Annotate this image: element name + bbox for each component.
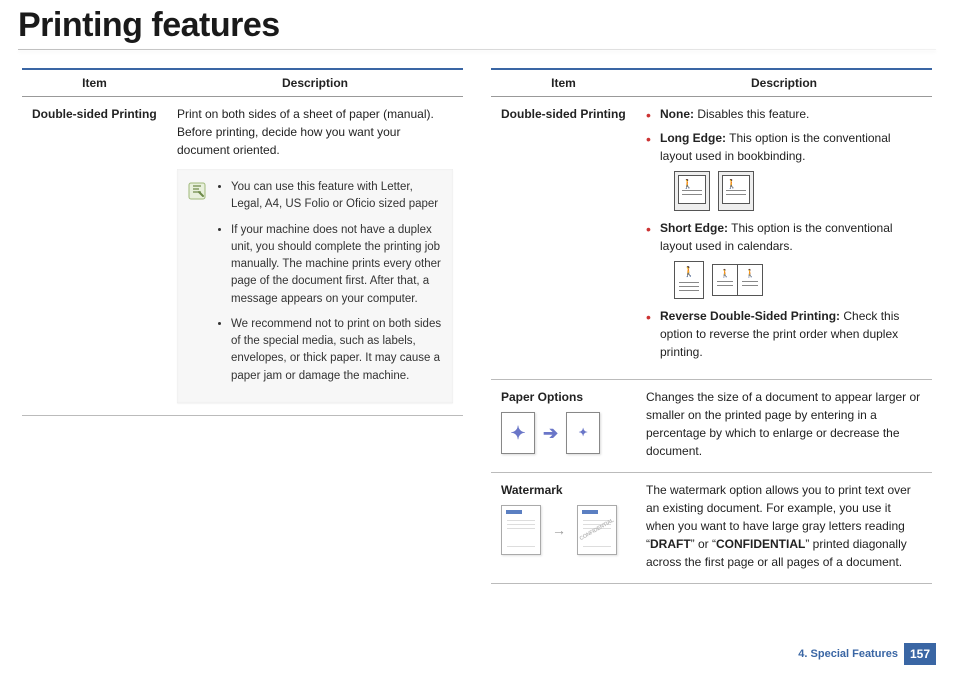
option-label: Reverse Double-Sided Printing:: [660, 309, 840, 323]
title-rule: [18, 49, 936, 50]
arrow-right-icon: →: [552, 520, 566, 541]
item-label: Paper Options: [501, 388, 626, 406]
watermark-illustration: → CONFIDENTIAL: [501, 505, 626, 555]
footer-section: 4. Special Features: [798, 648, 898, 660]
desc-text: Print on both sides of a sheet of paper …: [177, 105, 453, 159]
doc-watermarked-icon: CONFIDENTIAL: [577, 505, 617, 555]
note-list: You can use this feature with Letter, Le…: [231, 179, 443, 385]
book-thumb-icon: 🚶: [674, 171, 710, 211]
note-icon: [187, 181, 207, 201]
scale-large-icon: ✦: [501, 412, 535, 454]
table-row: Paper Options ✦ ➔ ✦ Changes the size of …: [491, 380, 932, 473]
item-cell: Paper Options ✦ ➔ ✦: [491, 380, 636, 473]
short-edge-illustration: 🚶 🚶: [674, 261, 922, 299]
left-table: Item Description Double-sided Printing P…: [22, 68, 463, 416]
desc-cell: Changes the size of a document to appear…: [636, 380, 932, 473]
page-footer: 4. Special Features 157: [798, 643, 936, 665]
option-none: None: Disables this feature.: [646, 105, 922, 123]
calendar-thumb-icon: 🚶: [674, 261, 704, 299]
option-label: Short Edge:: [660, 221, 728, 235]
item-cell: Watermark →: [491, 473, 636, 584]
scale-small-icon: ✦: [566, 412, 600, 454]
desc-cell: None: Disables this feature. Long Edge: …: [636, 97, 932, 380]
doc-plain-icon: [501, 505, 541, 555]
right-column: Item Description Double-sided Printing N…: [491, 68, 932, 584]
desc-cell: The watermark option allows you to print…: [636, 473, 932, 584]
wm-conf: CONFIDENTIAL: [716, 537, 805, 551]
item-cell: Double-sided Printing: [22, 97, 167, 416]
long-edge-illustration: 🚶 🚶: [674, 171, 922, 211]
option-reverse: Reverse Double-Sided Printing: Check thi…: [646, 307, 922, 361]
duplex-options: None: Disables this feature. Long Edge: …: [646, 105, 922, 361]
note-item: If your machine does not have a duplex u…: [231, 222, 443, 308]
page-title: Printing features: [0, 0, 954, 49]
item-label: Watermark: [501, 481, 626, 499]
table-row: Double-sided Printing None: Disables thi…: [491, 97, 932, 380]
book-thumb-icon: 🚶: [718, 171, 754, 211]
col-header-item: Item: [22, 69, 167, 97]
wm-draft: DRAFT: [650, 537, 691, 551]
option-label: None:: [660, 107, 694, 121]
calendar-thumb-icon: 🚶: [737, 264, 763, 296]
calendar-thumb-icon: 🚶: [712, 264, 738, 296]
option-long-edge: Long Edge: This option is the convention…: [646, 129, 922, 211]
table-row: Double-sided Printing Print on both side…: [22, 97, 463, 416]
note-item: You can use this feature with Letter, Le…: [231, 179, 443, 214]
col-header-desc: Description: [167, 69, 463, 97]
table-row: Watermark →: [491, 473, 932, 584]
note-item: We recommend not to print on both sides …: [231, 316, 443, 385]
page-number: 157: [904, 643, 936, 665]
col-header-item: Item: [491, 69, 636, 97]
option-short-edge: Short Edge: This option is the conventio…: [646, 219, 922, 299]
note-box: You can use this feature with Letter, Le…: [177, 169, 453, 403]
paper-options-illustration: ✦ ➔ ✦: [501, 412, 626, 454]
wm-text-mid: ” or “: [691, 537, 716, 551]
right-table: Item Description Double-sided Printing N…: [491, 68, 932, 584]
left-column: Item Description Double-sided Printing P…: [22, 68, 463, 584]
desc-cell: Print on both sides of a sheet of paper …: [167, 97, 463, 416]
arrow-right-icon: ➔: [543, 420, 558, 447]
content-columns: Item Description Double-sided Printing P…: [0, 68, 954, 584]
item-cell: Double-sided Printing: [491, 97, 636, 380]
option-text: Disables this feature.: [694, 107, 809, 121]
col-header-desc: Description: [636, 69, 932, 97]
option-label: Long Edge:: [660, 131, 726, 145]
